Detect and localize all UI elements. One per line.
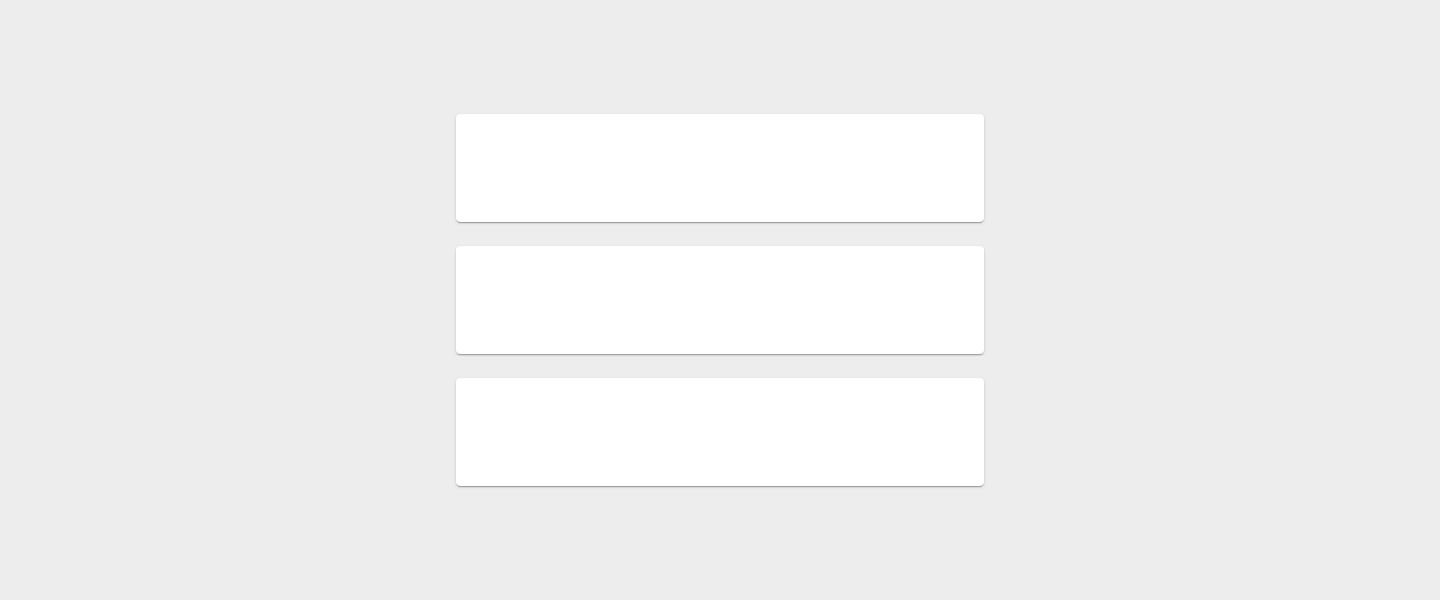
card-1 [456,114,984,222]
card-stack [456,114,984,486]
card-2 [456,246,984,354]
card-3 [456,378,984,486]
